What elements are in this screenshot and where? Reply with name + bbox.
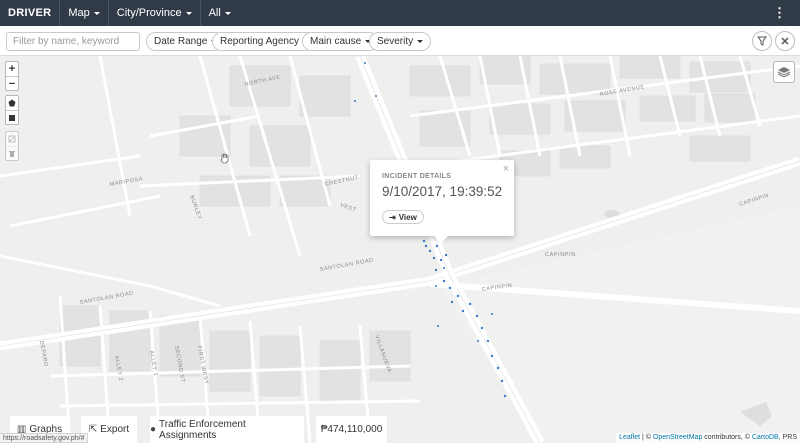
export-label: Export bbox=[100, 424, 130, 435]
pentagon-icon bbox=[8, 99, 16, 107]
main-cause-label: Main cause bbox=[310, 36, 362, 47]
layers-icon bbox=[777, 67, 791, 78]
status-url: https://roadsafety.gov.ph/# bbox=[0, 433, 89, 443]
severity-label: Severity bbox=[377, 36, 414, 47]
layer-switcher-button[interactable] bbox=[773, 61, 795, 83]
view-label: View bbox=[398, 212, 417, 222]
map-tiles: NORTH AVE ROSE AVENUE BURLEY CHESTNUT MA… bbox=[0, 56, 800, 443]
svg-text:SANTOLAN ROAD: SANTOLAN ROAD bbox=[319, 258, 374, 273]
more-menu-icon[interactable]: ⋮ bbox=[773, 0, 786, 26]
user-icon: ● bbox=[150, 424, 157, 435]
attribution-tail: , PRS bbox=[778, 434, 797, 441]
attribution-mid: contributors, © bbox=[702, 434, 752, 441]
filter-bar: Date Range Reporting Agency Main cause S… bbox=[0, 26, 800, 56]
nav-city-dropdown[interactable]: City/Province bbox=[109, 0, 201, 26]
top-navbar: DRIVER Map City/Province All ⋮ bbox=[0, 0, 800, 26]
nav-map-dropdown[interactable]: Map bbox=[60, 0, 109, 26]
chevron-down-icon bbox=[93, 11, 100, 15]
main-cause-dropdown[interactable]: Main cause bbox=[302, 32, 380, 51]
search-input[interactable] bbox=[6, 32, 140, 51]
svg-text:MARIPOSA: MARIPOSA bbox=[109, 176, 143, 188]
incident-popup: × INCIDENT DETAILS 9/10/2017, 19:39:52 ⇥… bbox=[370, 160, 514, 243]
zoom-in-button[interactable]: + bbox=[6, 62, 18, 76]
osm-link[interactable]: OpenStreetMap bbox=[653, 434, 702, 441]
draw-rectangle-button[interactable] bbox=[6, 110, 18, 124]
svg-text:CAPINPIN: CAPINPIN bbox=[739, 193, 770, 208]
chevron-down-icon bbox=[417, 40, 424, 43]
funnel-icon bbox=[757, 36, 767, 46]
draw-toolbar bbox=[5, 95, 19, 125]
date-range-label: Date Range bbox=[154, 36, 208, 47]
edit-layers-button[interactable] bbox=[6, 132, 18, 146]
svg-text:CAPINPIN: CAPINPIN bbox=[545, 252, 576, 258]
trash-icon bbox=[9, 150, 15, 157]
brand-logo[interactable]: DRIVER bbox=[0, 0, 61, 26]
svg-text:VEST: VEST bbox=[339, 202, 357, 213]
leaflet-link[interactable]: Leaflet bbox=[619, 434, 640, 441]
export-icon: ⇱ bbox=[88, 424, 98, 435]
view-incident-button[interactable]: ⇥ View bbox=[382, 210, 424, 224]
nav-all-dropdown[interactable]: All bbox=[201, 0, 239, 26]
svg-text:SANTOLAN ROAD: SANTOLAN ROAD bbox=[79, 291, 134, 306]
zoom-out-button[interactable]: − bbox=[6, 76, 18, 90]
svg-text:DEPARO: DEPARO bbox=[38, 340, 49, 367]
sign-in-icon: ⇥ bbox=[389, 212, 396, 222]
incident-datetime: 9/10/2017, 19:39:52 bbox=[382, 184, 503, 199]
edit-toolbar bbox=[5, 131, 19, 161]
carto-link[interactable]: CartoDB bbox=[752, 434, 779, 441]
filter-funnel-button[interactable] bbox=[752, 31, 772, 51]
enforcement-assignments-button[interactable]: ● Traffic Enforcement Assignments bbox=[150, 416, 304, 443]
draw-polygon-button[interactable] bbox=[6, 96, 18, 110]
map-canvas[interactable]: NORTH AVE ROSE AVENUE BURLEY CHESTNUT MA… bbox=[0, 56, 800, 443]
close-icon[interactable]: × bbox=[503, 163, 509, 175]
square-icon bbox=[9, 114, 15, 121]
delete-layers-button[interactable] bbox=[6, 146, 18, 160]
nav-all-label: All bbox=[208, 7, 221, 19]
cost-label: ₱474,110,000 bbox=[320, 424, 383, 435]
map-attribution: Leaflet | © OpenStreetMap contributors, … bbox=[616, 433, 800, 443]
reporting-agency-label: Reporting Agency bbox=[220, 36, 299, 47]
nav-map-label: Map bbox=[68, 7, 90, 19]
cost-summary-button[interactable]: ₱474,110,000 bbox=[316, 416, 387, 443]
close-icon: ✕ bbox=[780, 35, 790, 48]
chevron-down-icon bbox=[185, 11, 192, 15]
assignments-label: Traffic Enforcement Assignments bbox=[159, 418, 246, 441]
severity-dropdown[interactable]: Severity bbox=[369, 32, 432, 51]
export-button[interactable]: ⇱ Export bbox=[81, 416, 137, 443]
attribution-sep: | © bbox=[640, 434, 653, 441]
clear-filters-button[interactable]: ✕ bbox=[775, 31, 795, 51]
chevron-down-icon bbox=[224, 11, 231, 15]
nav-city-label: City/Province bbox=[116, 7, 182, 19]
zoom-control: + − bbox=[5, 61, 19, 91]
popup-title: INCIDENT DETAILS bbox=[382, 173, 452, 180]
edit-icon bbox=[8, 135, 16, 143]
